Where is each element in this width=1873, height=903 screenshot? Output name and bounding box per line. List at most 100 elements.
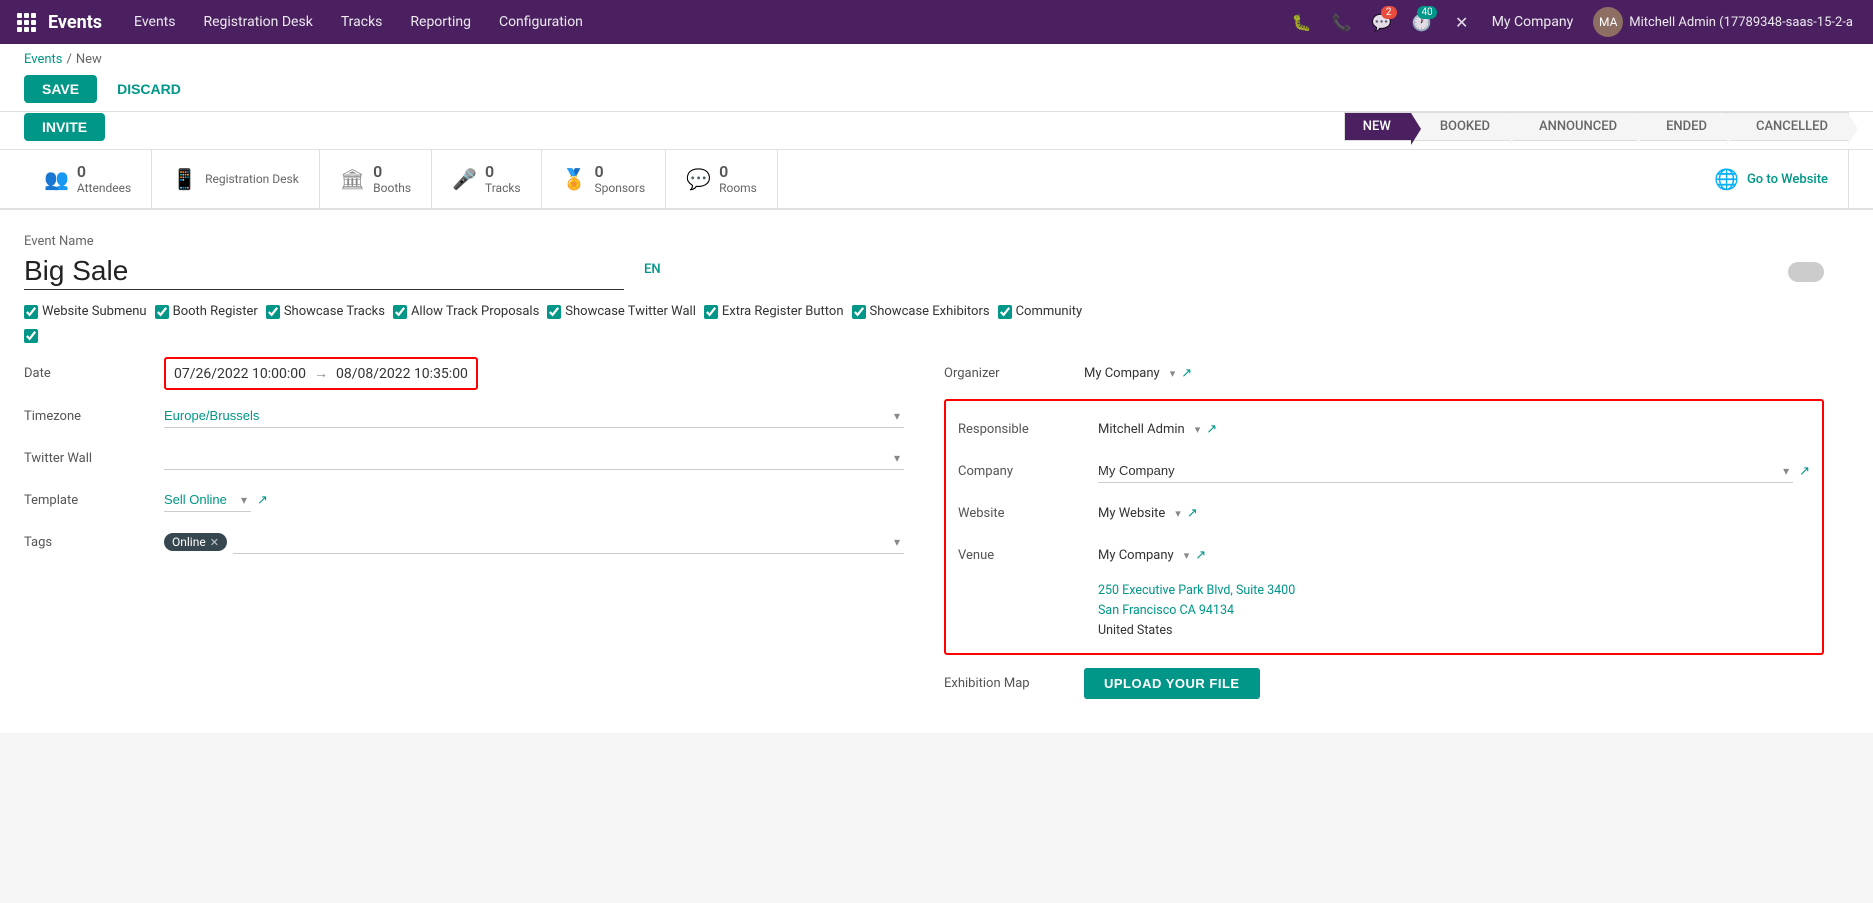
showcase-twitter-wall-checkbox[interactable]: Showcase Twitter Wall (547, 304, 696, 319)
publish-toggle[interactable] (1788, 262, 1824, 282)
registration-desk-button[interactable]: 📱 Registration Desk (152, 150, 320, 208)
tags-container: Online ✕ (164, 530, 904, 554)
tracks-count: 0 (485, 162, 521, 181)
timezone-select[interactable]: Europe/Brussels (164, 404, 904, 428)
breadcrumb-separator: / (66, 52, 71, 67)
status-step-booked[interactable]: BOOKED (1411, 112, 1511, 141)
responsible-dropdown-icon[interactable]: ▾ (1195, 423, 1201, 436)
company-value-container: My Company ↗ (1098, 459, 1810, 483)
website-globe-icon: 🌐 (1714, 167, 1739, 191)
venue-value-container: My Company ▾ ↗ (1098, 548, 1810, 563)
template-external-link-icon[interactable]: ↗ (257, 493, 268, 508)
attendees-icon: 👥 (44, 167, 69, 191)
phone-icon[interactable]: 📞 (1324, 0, 1360, 44)
nav-reporting[interactable]: Reporting (398, 0, 483, 44)
nav-tracks[interactable]: Tracks (329, 0, 395, 44)
form-left-column: Date 07/26/2022 10:00:00 → 08/08/2022 10… (24, 357, 904, 709)
breadcrumb: Events / New (24, 52, 1849, 67)
tracks-button[interactable]: 🎤 0 Tracks (432, 150, 542, 208)
app-brand: Events (48, 12, 102, 33)
event-name-input[interactable] (24, 253, 624, 290)
organizer-label: Organizer (944, 366, 1084, 381)
form-right-column: Organizer My Company ▾ ↗ Responsible Mit… (944, 357, 1824, 709)
template-select[interactable]: Sell Online (164, 488, 251, 512)
template-row: Template Sell Online ↗ (24, 484, 904, 516)
showcase-tracks-checkbox[interactable]: Showcase Tracks (266, 304, 385, 319)
main-form: Event Name EN Website Submenu Booth Regi… (0, 210, 1873, 733)
form-columns: Date 07/26/2022 10:00:00 → 08/08/2022 10… (24, 357, 1824, 709)
extra-register-button-checkbox[interactable]: Extra Register Button (704, 304, 844, 319)
twitter-wall-select[interactable] (164, 446, 904, 470)
community-checkbox[interactable]: Community (998, 304, 1083, 319)
debug-icon[interactable]: 🐛 (1284, 0, 1320, 44)
community-checkbox-2[interactable] (24, 329, 1824, 343)
action-row: SAVE DISCARD (24, 75, 1849, 111)
status-bar: INVITE NEW BOOKED ANNOUNCED ENDED CANCEL… (0, 112, 1873, 150)
tag-online-label: Online (172, 535, 206, 549)
website-value-container: My Website ▾ ↗ (1098, 506, 1810, 521)
venue-row: Venue My Company ▾ ↗ (958, 539, 1810, 571)
organizer-external-link-icon[interactable]: ↗ (1181, 366, 1192, 381)
date-start[interactable]: 07/26/2022 10:00:00 (174, 366, 306, 382)
activity-icon[interactable]: 🕐40 (1404, 0, 1440, 44)
tags-select-wrapper (233, 530, 904, 554)
venue-address-line2: San Francisco CA 94134 (1098, 601, 1810, 621)
booth-register-checkbox[interactable]: Booth Register (155, 304, 258, 319)
website-external-link-icon[interactable]: ↗ (1187, 506, 1198, 521)
date-arrow-icon: → (314, 365, 328, 382)
sponsors-count: 0 (595, 162, 646, 181)
date-row: Date 07/26/2022 10:00:00 → 08/08/2022 10… (24, 357, 904, 390)
venue-dropdown-icon[interactable]: ▾ (1184, 549, 1190, 562)
booths-button[interactable]: 🏛 0 Booths (320, 150, 432, 208)
tags-select[interactable] (233, 530, 904, 554)
responsible-row: Responsible Mitchell Admin ▾ ↗ (958, 413, 1810, 445)
website-dropdown-icon[interactable]: ▾ (1175, 507, 1181, 520)
nav-registration-desk[interactable]: Registration Desk (191, 0, 324, 44)
company-external-link-icon[interactable]: ↗ (1799, 464, 1810, 479)
discard-button[interactable]: DISCARD (105, 75, 193, 103)
company-select-wrapper: My Company (1098, 459, 1793, 483)
registration-desk-icon: 📱 (172, 167, 197, 191)
showcase-exhibitors-checkbox[interactable]: Showcase Exhibitors (852, 304, 990, 319)
chat-icon[interactable]: 💬2 (1364, 0, 1400, 44)
status-step-cancelled[interactable]: CANCELLED (1727, 112, 1849, 141)
settings-icon[interactable]: ✕ (1444, 0, 1480, 44)
venue-external-link-icon[interactable]: ↗ (1195, 548, 1206, 563)
event-name-label: Event Name (24, 234, 624, 249)
company-selector[interactable]: My Company (1484, 14, 1582, 30)
invite-button[interactable]: INVITE (24, 113, 105, 141)
status-step-ended[interactable]: ENDED (1637, 112, 1728, 141)
breadcrumb-parent[interactable]: Events (24, 52, 62, 67)
upload-file-button[interactable]: UPLOAD YOUR FILE (1084, 668, 1260, 699)
user-menu[interactable]: MA Mitchell Admin (17789348-saas-15-2-a (1585, 0, 1861, 44)
attendees-button[interactable]: 👥 0 Attendees (24, 150, 152, 208)
website-value: My Website (1098, 506, 1165, 521)
smart-buttons-row: 👥 0 Attendees 📱 Registration Desk 🏛 0 Bo… (0, 150, 1873, 210)
sponsors-button[interactable]: 🏅 0 Sponsors (542, 150, 667, 208)
sponsors-icon: 🏅 (562, 167, 587, 191)
website-submenu-checkbox[interactable]: Website Submenu (24, 304, 147, 319)
go-to-website-button[interactable]: 🌐 Go to Website (1694, 150, 1849, 208)
website-field-label: Website (958, 506, 1098, 521)
timezone-select-wrapper: Europe/Brussels (164, 404, 904, 428)
save-button[interactable]: SAVE (24, 75, 97, 103)
exhibition-map-row: Exhibition Map UPLOAD YOUR FILE (944, 667, 1824, 699)
allow-track-proposals-checkbox[interactable]: Allow Track Proposals (393, 304, 539, 319)
status-step-announced[interactable]: ANNOUNCED (1510, 112, 1638, 141)
venue-label: Venue (958, 548, 1098, 563)
language-badge[interactable]: EN (644, 262, 661, 277)
date-range-field[interactable]: 07/26/2022 10:00:00 → 08/08/2022 10:35:0… (164, 357, 478, 390)
date-end[interactable]: 08/08/2022 10:35:00 (336, 366, 468, 382)
nav-configuration[interactable]: Configuration (487, 0, 595, 44)
rooms-label: Rooms (719, 181, 757, 195)
rooms-button[interactable]: 💬 0 Rooms (666, 150, 778, 208)
avatar: MA (1593, 7, 1623, 37)
tag-online-remove[interactable]: ✕ (210, 536, 219, 549)
organizer-dropdown-icon[interactable]: ▾ (1170, 367, 1176, 380)
company-row: Company My Company ↗ (958, 455, 1810, 487)
nav-events[interactable]: Events (122, 0, 187, 44)
status-step-new[interactable]: NEW (1344, 112, 1412, 141)
apps-menu-button[interactable] (12, 8, 40, 36)
responsible-external-link-icon[interactable]: ↗ (1206, 422, 1217, 437)
company-select[interactable]: My Company (1098, 459, 1793, 483)
